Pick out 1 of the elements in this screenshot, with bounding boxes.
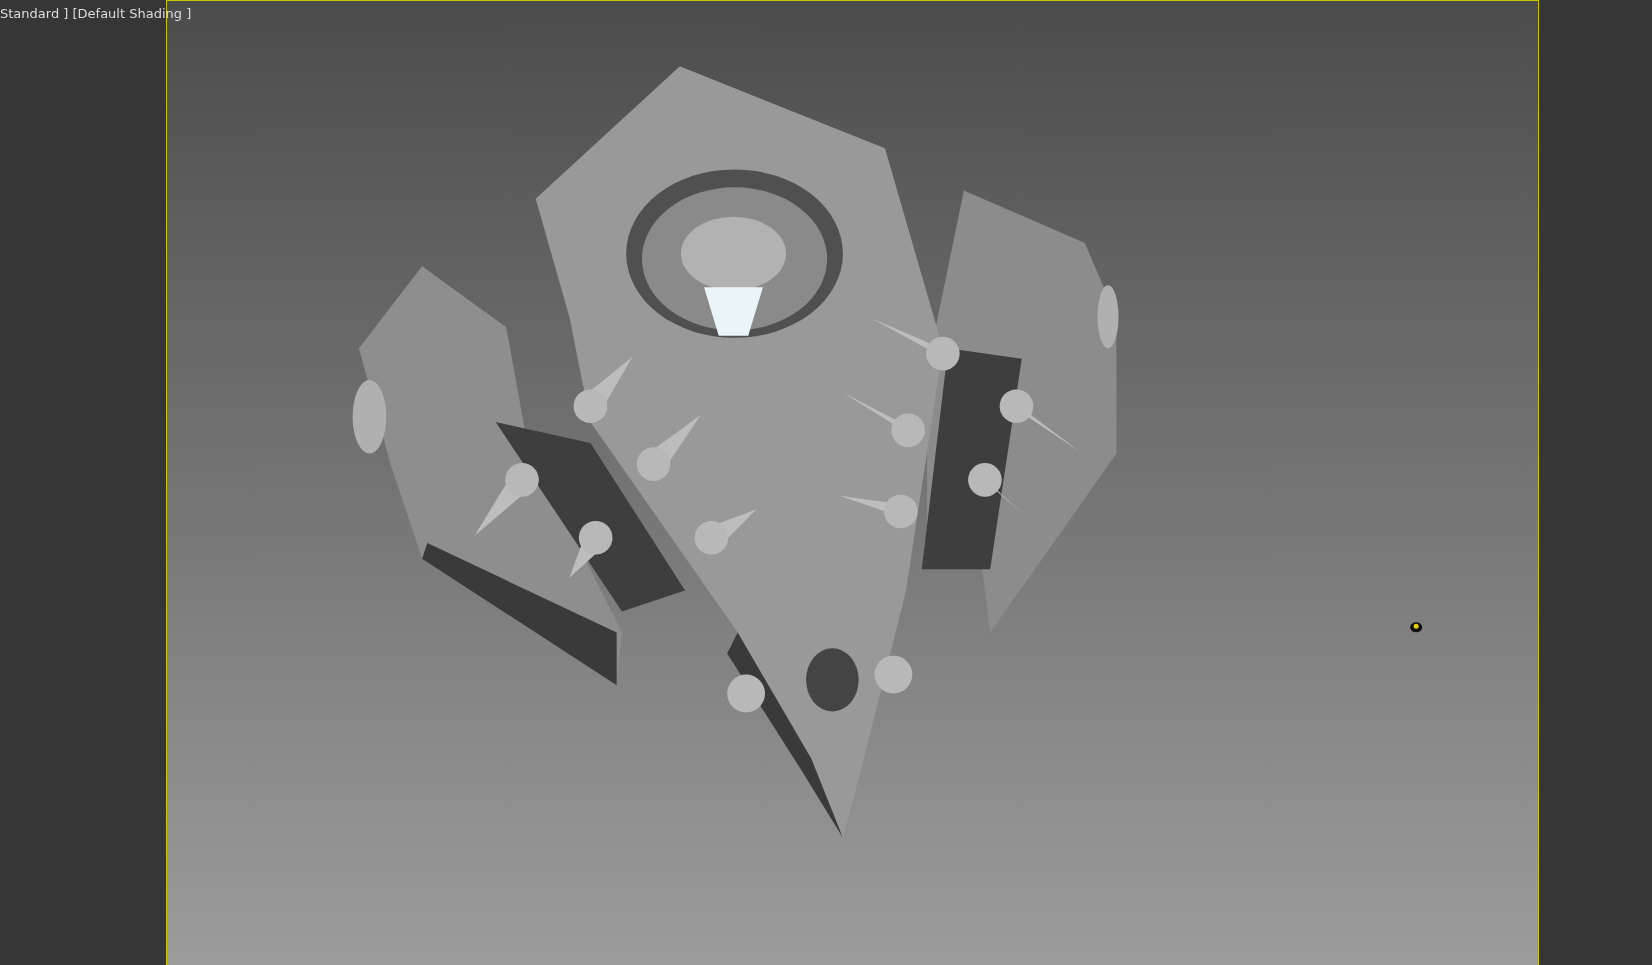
light-icon[interactable]: [1410, 622, 1423, 633]
